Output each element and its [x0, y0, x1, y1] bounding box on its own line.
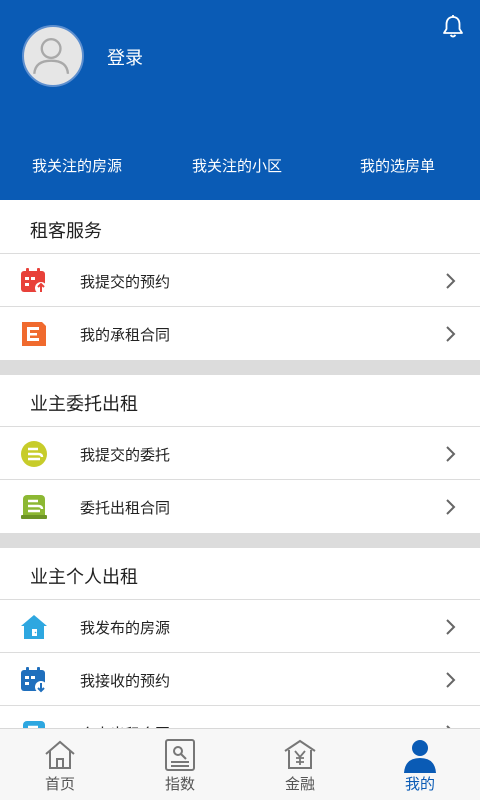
menu-item-label: 我发布的房源 [80, 619, 171, 637]
chevron-right-icon [446, 273, 456, 289]
avatar[interactable] [22, 25, 84, 87]
tab-mine[interactable]: 我的 [360, 729, 480, 800]
entrust-icon [21, 441, 47, 467]
profile-icon [404, 740, 436, 773]
index-icon [165, 739, 195, 771]
menu-item-received-reservations[interactable]: 我接收的预约 [0, 653, 480, 706]
menu-item-label: 我提交的预约 [80, 273, 171, 291]
my-house-list-link[interactable]: 我的选房单 [360, 155, 435, 176]
tab-label: 首页 [44, 775, 75, 793]
menu-item-label: 我的承租合同 [80, 326, 171, 344]
finance-icon [284, 739, 316, 769]
calendar-download-icon [21, 667, 47, 693]
menu-item-my-entrustments[interactable]: 我提交的委托 [0, 427, 480, 480]
house-icon [21, 615, 47, 639]
section-title-owner-personal: 业主个人出租 [30, 567, 138, 588]
tab-index[interactable]: 指数 [120, 729, 240, 800]
chevron-right-icon [446, 499, 456, 515]
login-link[interactable]: 登录 [107, 44, 143, 70]
section-gap [0, 360, 480, 375]
tab-label: 我的 [404, 775, 435, 793]
menu-item-my-reservations[interactable]: 我提交的预约 [0, 254, 480, 307]
favorite-communities-link[interactable]: 我关注的小区 [192, 155, 282, 176]
menu-item-my-lease-contract[interactable]: 我的承租合同 [0, 307, 480, 360]
section-title-tenant-services: 租客服务 [30, 221, 102, 242]
section-gap [0, 533, 480, 548]
tab-home[interactable]: 首页 [0, 729, 120, 800]
menu-item-my-listings[interactable]: 我发布的房源 [0, 600, 480, 653]
tab-label: 金融 [284, 775, 315, 793]
profile-header: 登录 我关注的房源 我关注的小区 我的选房单 [0, 0, 480, 200]
chevron-right-icon [446, 672, 456, 688]
default-user-icon [33, 37, 70, 74]
home-icon [45, 740, 75, 769]
contract-icon [22, 322, 46, 346]
tab-label: 指数 [164, 775, 195, 793]
favorite-listings-link[interactable]: 我关注的房源 [32, 155, 122, 176]
page: 登录 我关注的房源 我关注的小区 我的选房单 租客服务 我提交的预约 我的承租合… [0, 0, 480, 800]
section-title-owner-entrust: 业主委托出租 [30, 394, 138, 415]
chevron-right-icon [446, 446, 456, 462]
menu-item-entrust-lease-contract[interactable]: 委托出租合同 [0, 480, 480, 533]
bottom-tab-bar: 首页 指数 金融 我的 [0, 728, 480, 800]
chevron-right-icon [446, 326, 456, 342]
entrust-contract-icon [21, 495, 47, 519]
chevron-right-icon [446, 619, 456, 635]
notification-bell-icon[interactable] [440, 14, 466, 40]
tab-finance[interactable]: 金融 [240, 729, 360, 800]
menu-item-label: 委托出租合同 [80, 499, 171, 517]
calendar-upload-icon [21, 268, 47, 294]
menu-item-label: 我提交的委托 [80, 446, 171, 464]
menu-item-label: 我接收的预约 [80, 672, 171, 690]
